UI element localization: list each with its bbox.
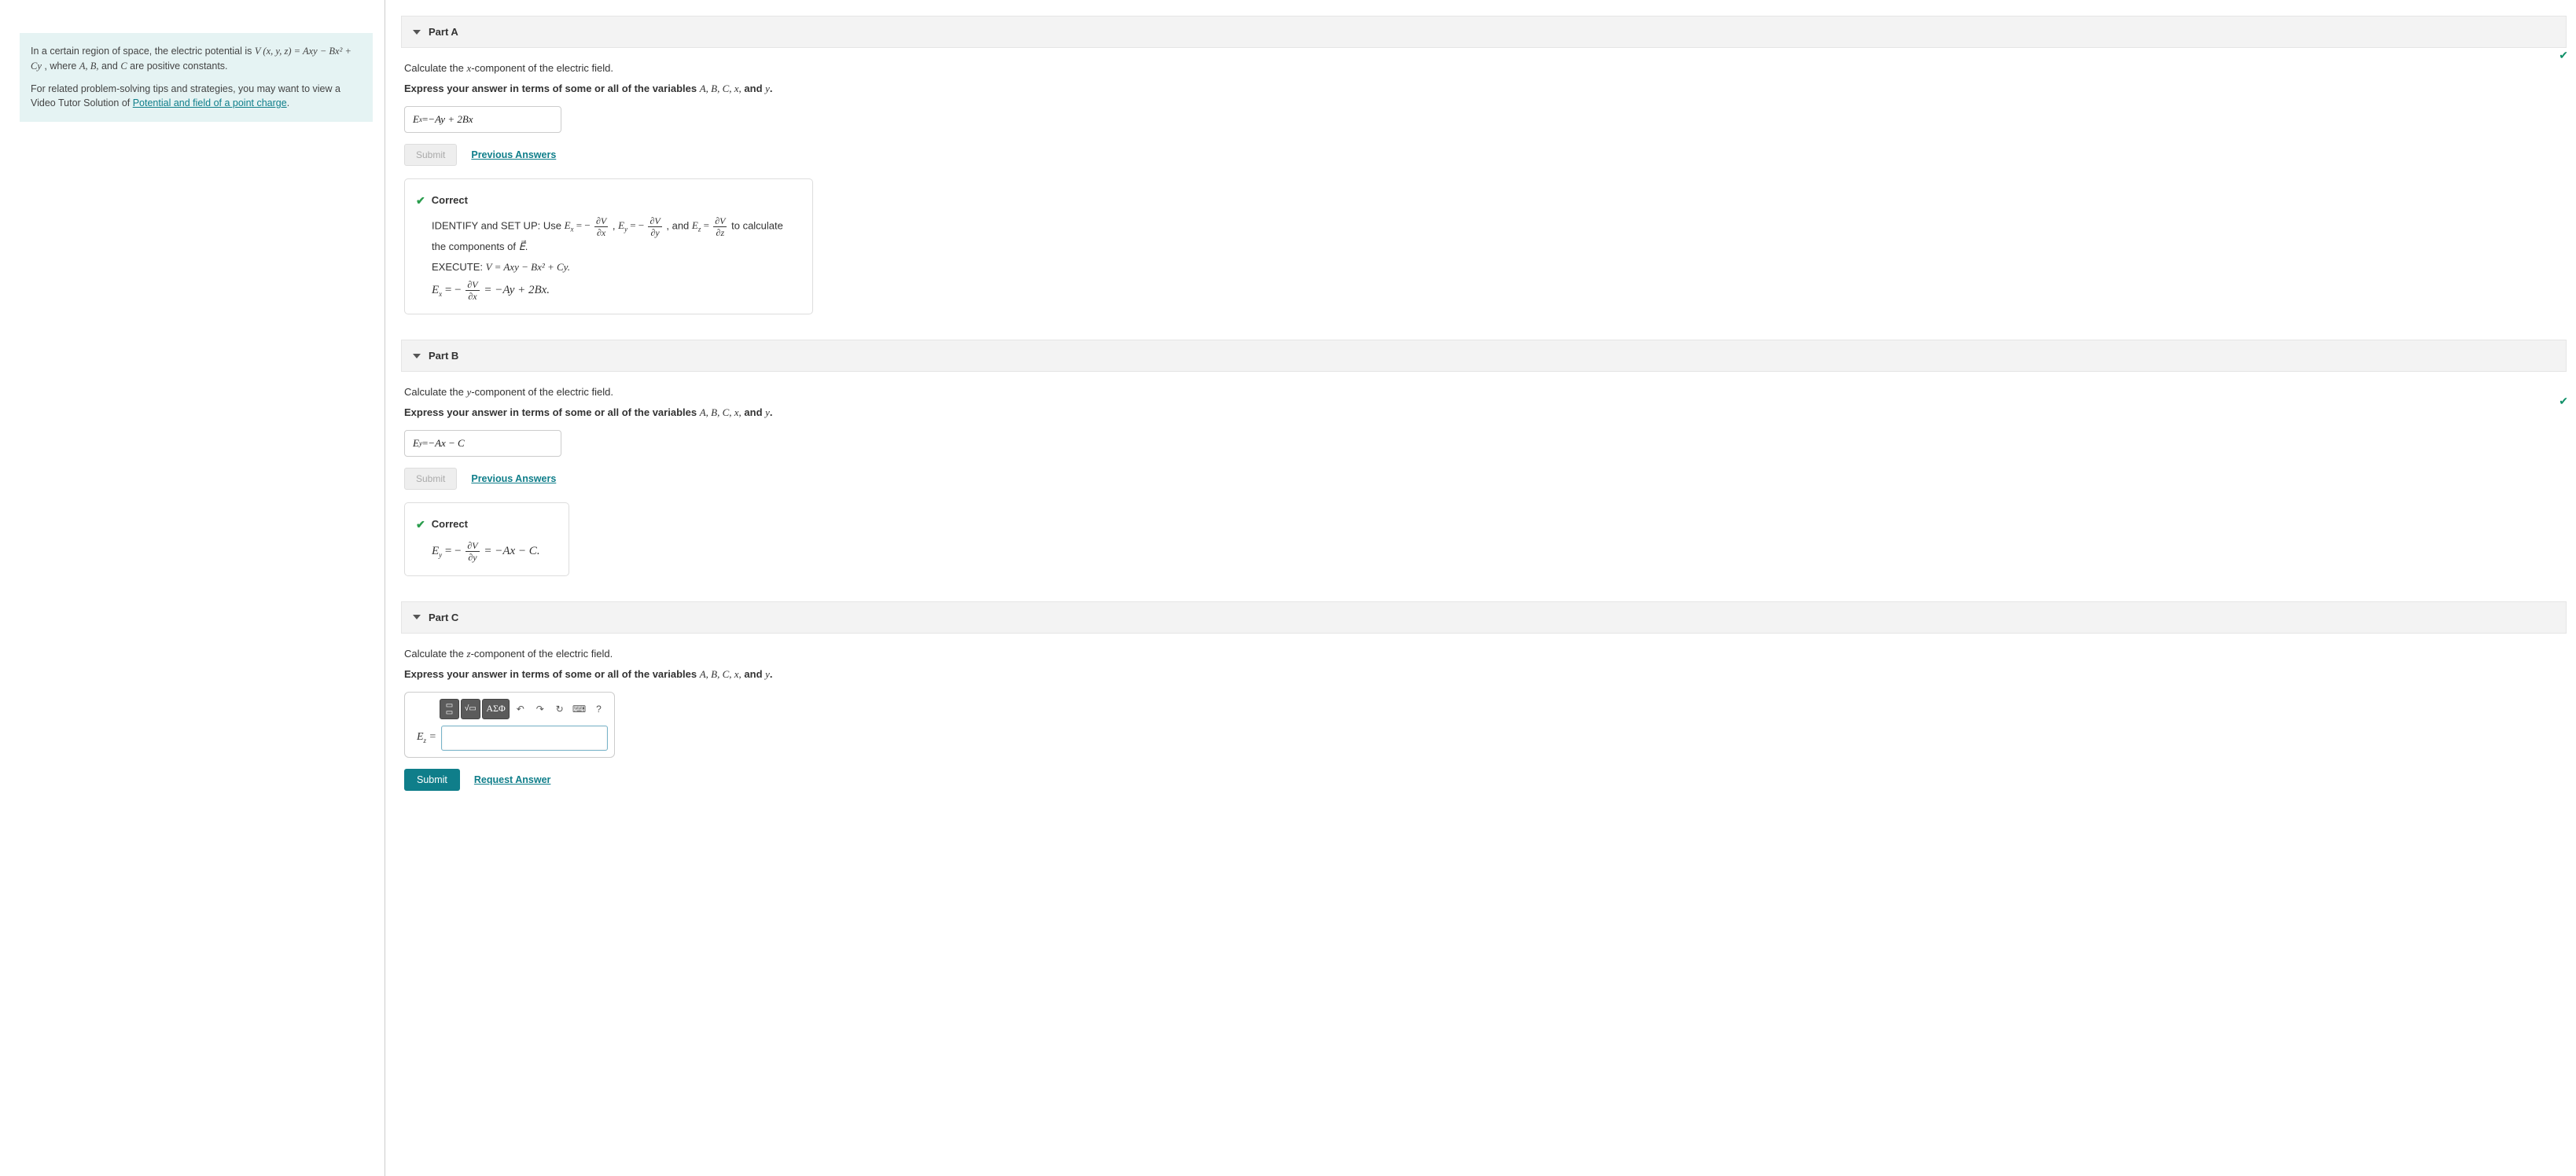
pa-exp-v: A, B, C, x, [700, 83, 742, 94]
part-a-express: Express your answer in terms of some or … [404, 83, 2563, 95]
pb-ans-rhs: −Ax − C [428, 437, 464, 450]
keyboard-icon[interactable]: ⌨ [570, 699, 588, 719]
pa-ans-rhs: −Ay + 2Bx [428, 113, 473, 126]
prob-text-1: In a certain region of space, the electr… [31, 46, 255, 57]
correct-label: Correct [432, 515, 468, 535]
template-tool-icon[interactable]: ▭▭ [440, 699, 459, 719]
pc-exp-b: Express your answer in terms of some or … [404, 668, 700, 680]
prob-vars: A, B, [79, 61, 99, 72]
part-c-wrapper: Part C Calculate the z-component of the … [401, 601, 2567, 807]
part-c-title: Part C [429, 612, 458, 623]
pb-ans-eq: = [422, 437, 428, 450]
redo-icon[interactable]: ↷ [531, 699, 549, 719]
check-icon: ✔ [2559, 49, 2568, 62]
fb-identify: IDENTIFY and SET UP: Use Ex = − ∂V∂x , E… [432, 216, 798, 257]
check-icon: ✔ [416, 190, 425, 211]
pb-prompt-b: Calculate the [404, 386, 467, 398]
part-b-express: Express your answer in terms of some or … [404, 406, 2563, 419]
pb-exp-e: . [770, 406, 773, 418]
pc-exp-and: and [742, 668, 765, 680]
part-b-feedback: ✔ Correct Ey = − ∂V∂y = −Ax − C. [404, 502, 569, 575]
pc-exp-v: A, B, C, x, [700, 668, 742, 680]
prob-text-2: , where [44, 61, 79, 72]
submit-button: Submit [404, 144, 457, 166]
help-icon[interactable]: ? [590, 699, 608, 719]
problem-statement: In a certain region of space, the electr… [20, 33, 373, 122]
pa-exp-e: . [770, 83, 773, 94]
part-a-title: Part A [429, 26, 458, 38]
part-a-wrapper: Part A ✔ Calculate the x-component of th… [401, 16, 2567, 318]
correct-label: Correct [432, 191, 468, 211]
pb-ans-lhs: E [413, 437, 419, 450]
part-a-header[interactable]: Part A [401, 16, 2567, 48]
prob-and: and [101, 61, 120, 72]
pa-prompt-b: Calculate the [404, 62, 467, 74]
pa-prompt-a: -component of the electric field. [471, 62, 613, 74]
part-c-header[interactable]: Part C [401, 601, 2567, 634]
check-icon: ✔ [2559, 395, 2568, 408]
submit-button[interactable]: Submit [404, 769, 460, 791]
part-b-title: Part B [429, 350, 458, 362]
pc-prompt-b: Calculate the [404, 648, 467, 660]
pa-ans-eq: = [422, 113, 428, 126]
request-answer-link[interactable]: Request Answer [474, 774, 550, 785]
part-a-answer: Ex = −Ay + 2Bx [404, 106, 561, 133]
undo-icon[interactable]: ↶ [511, 699, 529, 719]
answer-input[interactable] [441, 726, 608, 751]
part-c-prompt: Calculate the z-component of the electri… [404, 648, 2563, 660]
previous-answers-link[interactable]: Previous Answers [471, 473, 556, 484]
prob-const: are positive constants. [130, 61, 227, 72]
part-b-wrapper: Part B ✔ Calculate the y-component of th… [401, 340, 2567, 579]
fb-execute: EXECUTE: V = Axy − Bx² + Cy. [432, 258, 798, 277]
fb-result-b: Ey = − ∂V∂y = −Ax − C. [432, 540, 554, 563]
answer-lhs: Ez = [411, 731, 436, 744]
caret-down-icon [413, 30, 421, 35]
reset-icon[interactable]: ↻ [550, 699, 569, 719]
part-a-prompt: Calculate the x-component of the electri… [404, 62, 2563, 75]
greek-tool-icon[interactable]: ΑΣΦ [482, 699, 510, 719]
fb-result: Ex = − ∂V∂x = −Ay + 2Bx. [432, 279, 798, 302]
pc-prompt-a: -component of the electric field. [471, 648, 613, 660]
pb-exp-and: and [742, 406, 765, 418]
prob-related-end: . [287, 97, 289, 108]
pb-prompt-a: -component of the electric field. [471, 386, 613, 398]
pa-ans-lhs: E [413, 113, 419, 126]
sqrt-tool-icon[interactable]: √▭ [461, 699, 480, 719]
caret-down-icon [413, 354, 421, 358]
pa-exp-b: Express your answer in terms of some or … [404, 83, 700, 94]
part-b-answer: Ey = −Ax − C [404, 430, 561, 457]
equation-toolbar: ▭▭ √▭ ΑΣΦ ↶ ↷ ↻ ⌨ ? [411, 699, 608, 719]
video-tutor-link[interactable]: Potential and field of a point charge [133, 97, 287, 108]
part-c-express: Express your answer in terms of some or … [404, 668, 2563, 681]
pc-exp-e: . [770, 668, 773, 680]
prob-c: C [120, 61, 127, 72]
part-b-header[interactable]: Part B [401, 340, 2567, 372]
pb-exp-b: Express your answer in terms of some or … [404, 406, 700, 418]
caret-down-icon [413, 615, 421, 619]
pa-exp-and: and [742, 83, 765, 94]
answer-input-panel: ▭▭ √▭ ΑΣΦ ↶ ↷ ↻ ⌨ ? Ez = [404, 692, 615, 758]
part-b-prompt: Calculate the y-component of the electri… [404, 386, 2563, 399]
check-icon: ✔ [416, 514, 425, 535]
previous-answers-link[interactable]: Previous Answers [471, 149, 556, 160]
submit-button: Submit [404, 468, 457, 490]
pb-exp-v: A, B, C, x, [700, 406, 742, 418]
part-a-feedback: ✔ Correct IDENTIFY and SET UP: Use Ex = … [404, 178, 813, 314]
